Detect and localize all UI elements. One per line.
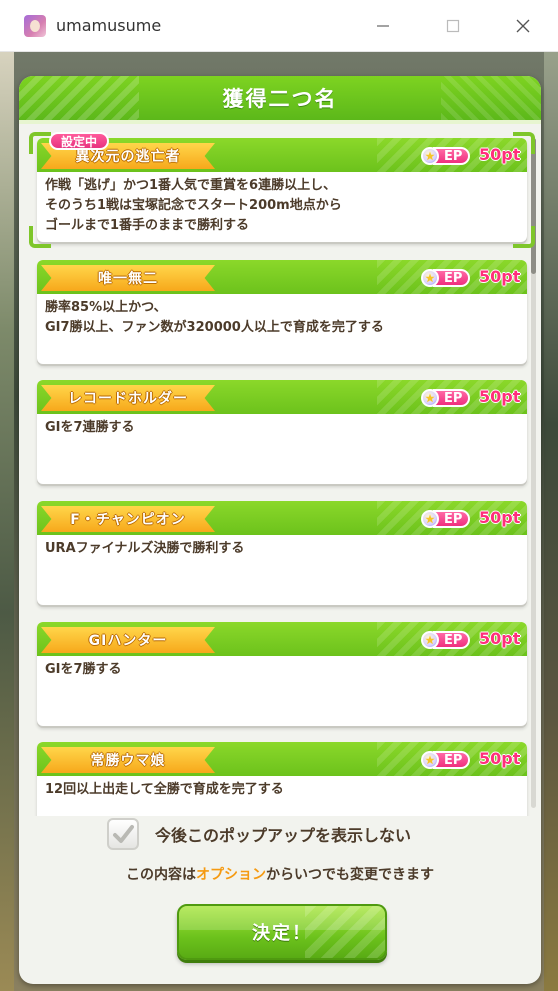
title-points: 50pt [479,267,521,286]
title-name: 常勝ウマ娘 [90,753,166,769]
checkmark-icon [113,825,134,843]
title-description: GⅠを7連勝する [45,418,515,438]
title-name-ribbon: 唯一無二 [41,265,215,291]
minimize-button[interactable] [348,0,418,52]
scroll-thumb[interactable] [531,138,536,274]
description-line: 12回以上出走して全勝で育成を完了する [45,782,284,797]
title-description: URAファイナルズ決勝で勝利する [45,539,515,559]
confirm-label: 決定！ [252,923,312,944]
app-icon [24,14,46,37]
description-line: 勝率85%以上かつ、 [45,300,167,315]
description-line: 作戦「逃げ」かつ1番人気で重賞を6連勝以上し、 [45,178,337,193]
title-points: 50pt [479,145,521,164]
title-card[interactable]: GⅠハンター EP 50pt GⅠを7勝する [37,622,527,726]
option-note: この内容はオプションからいつでも変更できます [19,864,541,884]
ep-star-icon [421,269,439,287]
title-name: GⅠハンター [88,633,168,649]
close-button[interactable] [488,0,558,52]
title-points: 50pt [479,387,521,406]
header-divider [19,120,541,124]
title-name: レコードホルダー [68,391,188,407]
title-name-ribbon: レコードホルダー [41,385,215,411]
ep-star-icon [421,510,439,528]
ep-badge: EP [421,629,477,651]
background-edge-right [544,46,558,991]
title-points: 50pt [479,508,521,527]
window-controls [348,0,558,52]
header-stripes-left [19,76,139,120]
title-name: 唯一無二 [98,271,158,287]
dialog-header: 獲得二つ名 [19,76,541,120]
title-card[interactable]: 唯一無二 EP 50pt 勝率85%以上かつ、 GⅠ7勝以上、ファン数が3200… [37,260,527,364]
close-icon [516,19,530,33]
description-line: GⅠ7勝以上、ファン数が320000人以上で育成を完了する [45,320,384,335]
title-name-ribbon: 常勝ウマ娘 [41,747,215,773]
title-popup-dialog: 獲得二つ名 異次元の逃亡者 EP 50pt 作戦「逃げ」かつ1番人気で重賞を6連… [19,76,541,984]
background-edge-left [0,46,14,991]
description-line: そのうち1戦は宝塚記念でスタート200m地点から [45,198,342,213]
title-name: F・チャンピオン [70,512,186,528]
ep-star-icon [421,751,439,769]
minimize-icon [377,25,389,27]
hide-popup-checkbox[interactable] [107,818,139,850]
title-name-ribbon: F・チャンピオン [41,506,215,532]
ep-badge: EP [421,749,477,771]
title-description: 12回以上出走して全勝で育成を完了する [45,780,515,800]
dialog-title: 獲得二つ名 [222,87,338,111]
title-description: GⅠを7勝する [45,660,515,680]
ep-badge: EP [421,508,477,530]
ep-badge: EP [421,145,477,167]
ep-badge: EP [421,387,477,409]
option-note-prefix: この内容は [126,867,196,883]
hide-popup-label: 今後このポップアップを表示しない [155,826,412,845]
hide-popup-option[interactable]: 今後このポップアップを表示しない [107,816,457,852]
title-list[interactable]: 異次元の逃亡者 EP 50pt 作戦「逃げ」かつ1番人気で重賞を6連勝以上し、 … [19,128,541,816]
option-link[interactable]: オプション [196,867,266,883]
ep-star-icon [421,389,439,407]
description-line: GⅠを7連勝する [45,420,135,435]
ep-star-icon [421,147,439,165]
title-points: 50pt [479,749,521,768]
description-line: ゴールまで1番手のままで勝利する [45,218,250,233]
maximize-icon [446,19,460,33]
title-name-ribbon: GⅠハンター [41,627,215,653]
header-stripes-right [441,76,541,120]
window-title: umamusume [56,16,162,35]
description-line: URAファイナルズ決勝で勝利する [45,541,245,556]
title-card[interactable]: 常勝ウマ娘 EP 50pt 12回以上出走して全勝で育成を完了する [37,742,527,816]
option-note-suffix: からいつでも変更できます [266,867,434,883]
active-title-tag: 設定中 [49,132,110,150]
title-card[interactable]: レコードホルダー EP 50pt GⅠを7連勝する [37,380,527,484]
title-description: 作戦「逃げ」かつ1番人気で重賞を6連勝以上し、 そのうち1戦は宝塚記念でスタート… [45,176,515,236]
title-card-selected[interactable]: 異次元の逃亡者 EP 50pt 作戦「逃げ」かつ1番人気で重賞を6連勝以上し、 … [37,138,527,242]
title-points: 50pt [479,629,521,648]
ep-star-icon [421,631,439,649]
title-card[interactable]: F・チャンピオン EP 50pt URAファイナルズ決勝で勝利する [37,501,527,605]
window-titlebar: umamusume [0,0,558,52]
description-line: GⅠを7勝する [45,662,122,677]
ep-badge: EP [421,267,477,289]
confirm-button[interactable]: 決定！ [177,904,387,960]
title-description: 勝率85%以上かつ、 GⅠ7勝以上、ファン数が320000人以上で育成を完了する [45,298,515,338]
maximize-button[interactable] [418,0,488,52]
